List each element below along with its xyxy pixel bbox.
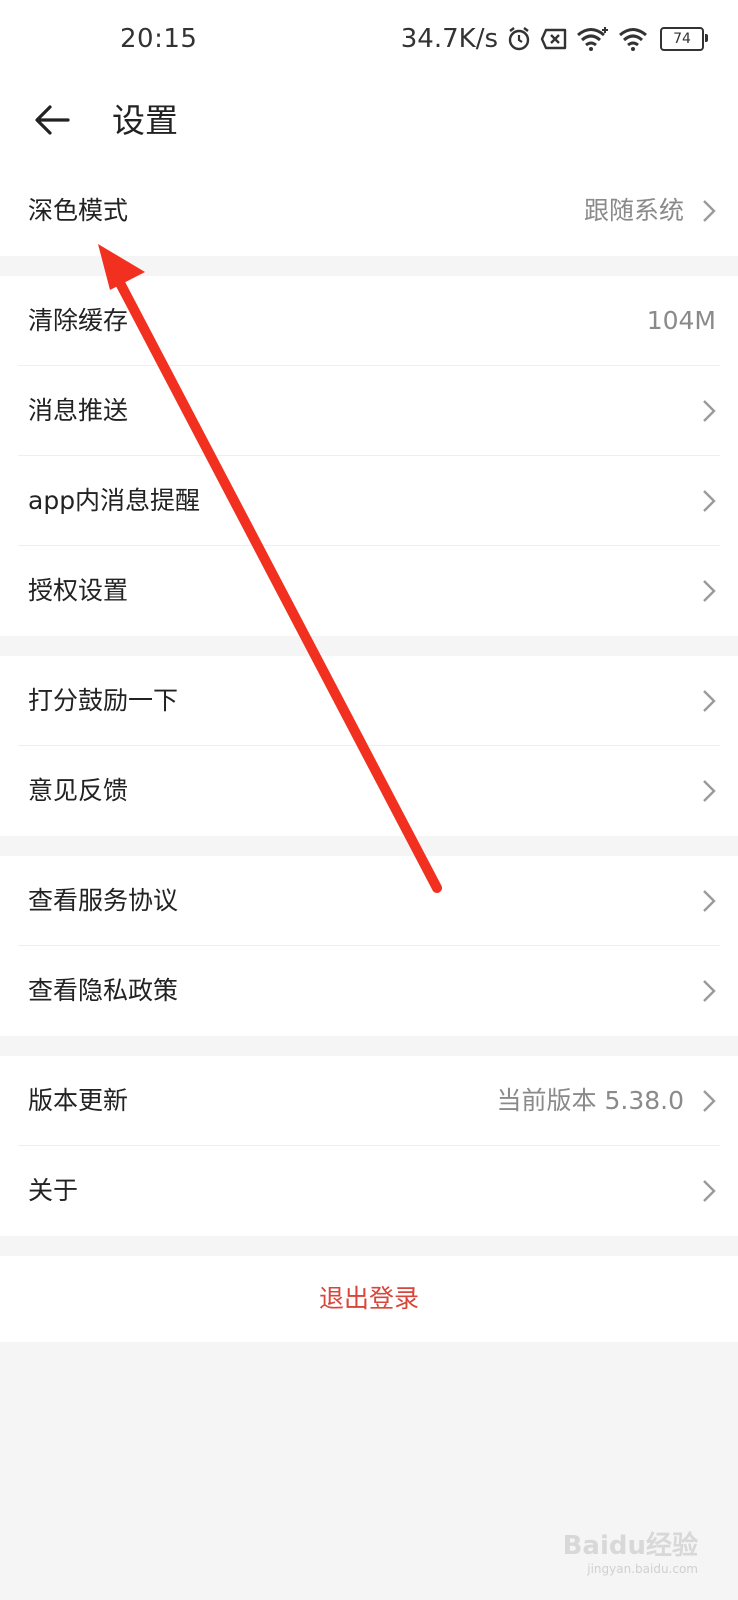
status-bar: 20:15 34.7K/s 74 — [0, 0, 738, 84]
in-app-reminder-row[interactable]: app内消息提醒 — [18, 456, 720, 546]
privacy-policy-row[interactable]: 查看隐私政策 — [18, 946, 720, 1036]
row-label: 消息推送 — [28, 396, 129, 425]
row-value: 跟随系统 — [583, 196, 684, 225]
row-label: 深色模式 — [28, 196, 129, 225]
chevron-right-icon — [703, 580, 716, 602]
settings-group-legal: 查看服务协议 查看隐私政策 — [0, 856, 738, 1036]
chevron-right-icon — [703, 200, 716, 222]
row-label: 关于 — [28, 1176, 79, 1205]
row-label: 授权设置 — [28, 576, 129, 605]
app-header: 设置 — [0, 84, 738, 167]
chevron-right-icon — [703, 490, 716, 512]
row-label: 查看服务协议 — [28, 886, 179, 915]
settings-group-general: 清除缓存 104M 消息推送 app内消息提醒 授权设置 — [0, 276, 738, 636]
network-speed: 34.7K/s — [400, 24, 498, 54]
wifi-plus-icon — [577, 27, 608, 51]
settings-group-feedback: 打分鼓励一下 意见反馈 — [0, 656, 738, 836]
settings-group-display: 深色模式 跟随系统 — [0, 166, 738, 256]
rate-app-row[interactable]: 打分鼓励一下 — [18, 656, 720, 746]
watermark: Baidu经验 jingyan.baidu.com — [563, 1525, 698, 1576]
watermark-text: Baidu经验 — [562, 1531, 698, 1561]
authorization-settings-row[interactable]: 授权设置 — [18, 546, 720, 636]
settings-group-about: 版本更新 当前版本 5.38.0 关于 — [0, 1056, 738, 1236]
alarm-icon — [508, 27, 530, 51]
version-update-row[interactable]: 版本更新 当前版本 5.38.0 — [18, 1056, 720, 1146]
row-label: 查看隐私政策 — [28, 976, 179, 1005]
status-icons: 34.7K/s 74 — [400, 24, 708, 54]
clear-cache-row[interactable]: 清除缓存 104M — [18, 276, 720, 366]
push-notification-row[interactable]: 消息推送 — [18, 366, 720, 456]
row-label: 清除缓存 — [28, 306, 129, 335]
about-row[interactable]: 关于 — [18, 1146, 720, 1236]
page-title: 设置 — [112, 101, 178, 140]
row-label: 打分鼓励一下 — [28, 686, 179, 715]
row-label: app内消息提醒 — [28, 486, 201, 515]
sim-disabled-icon — [540, 28, 567, 50]
dark-mode-row[interactable]: 深色模式 跟随系统 — [18, 166, 720, 256]
chevron-right-icon — [703, 890, 716, 912]
row-label: 版本更新 — [28, 1086, 129, 1115]
chevron-right-icon — [703, 690, 716, 712]
battery-level: 74 — [673, 31, 691, 47]
feedback-row[interactable]: 意见反馈 — [18, 746, 720, 836]
chevron-right-icon — [703, 1180, 716, 1202]
wifi-icon — [619, 28, 647, 51]
cache-size: 104M — [646, 306, 716, 335]
service-agreement-row[interactable]: 查看服务协议 — [18, 856, 720, 946]
current-version: 当前版本 5.38.0 — [496, 1086, 684, 1115]
status-time: 20:15 — [120, 24, 198, 54]
battery-icon: 74 — [660, 27, 708, 51]
chevron-right-icon — [703, 780, 716, 802]
chevron-right-icon — [703, 1090, 716, 1112]
chevron-right-icon — [703, 980, 716, 1002]
watermark-subtext: jingyan.baidu.com — [587, 1562, 698, 1576]
back-arrow-icon[interactable] — [30, 98, 74, 142]
row-label: 意见反馈 — [28, 776, 129, 805]
logout-button[interactable]: 退出登录 — [0, 1256, 738, 1342]
chevron-right-icon — [703, 400, 716, 422]
